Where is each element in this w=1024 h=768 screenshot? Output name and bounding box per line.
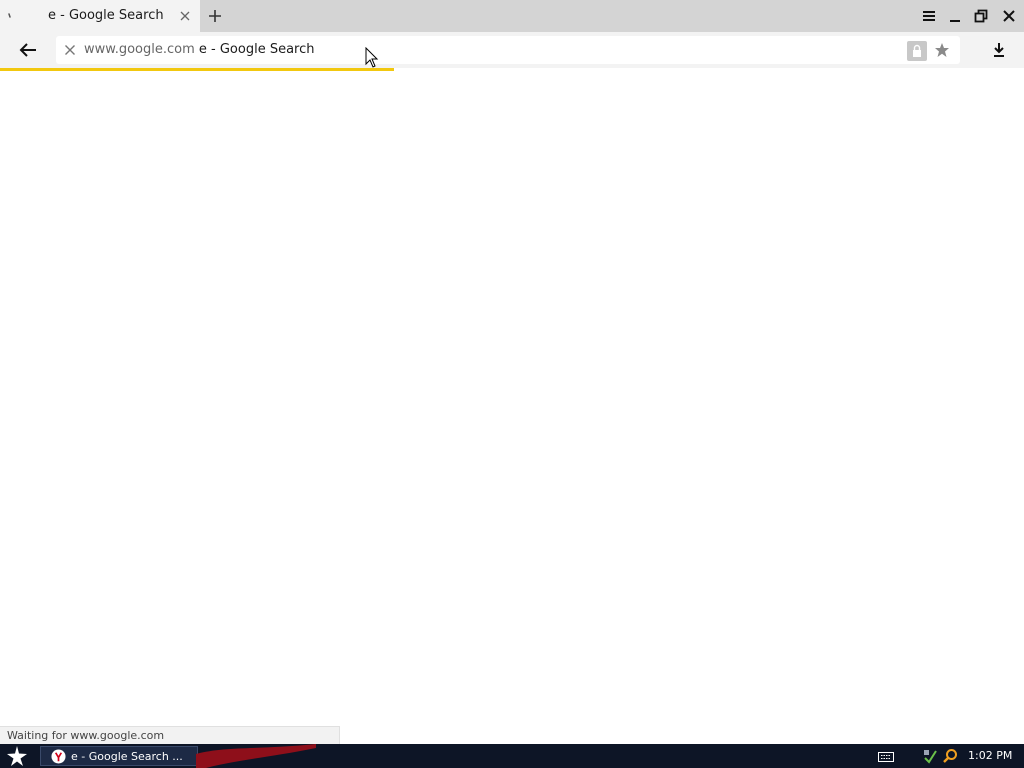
status-text: Waiting for www.google.com: [7, 729, 165, 742]
browser-tab[interactable]: e - Google Search: [0, 0, 200, 32]
download-icon[interactable]: [991, 41, 1007, 59]
back-arrow-icon[interactable]: [18, 41, 38, 59]
taskbar-window-button[interactable]: e - Google Search ...: [40, 746, 198, 766]
taskbar-window-label: e - Google Search ...: [71, 750, 183, 763]
close-window-icon[interactable]: [1001, 8, 1017, 24]
network-icon[interactable]: [922, 748, 938, 764]
keyboard-icon[interactable]: [878, 752, 894, 762]
status-bubble: Waiting for www.google.com: [0, 726, 340, 744]
stop-loading-icon[interactable]: [64, 44, 76, 56]
loading-spinner-icon: [8, 13, 11, 18]
taskbar-decoration: [196, 744, 316, 768]
start-star-icon[interactable]: [6, 745, 28, 767]
url-page-title: e - Google Search: [198, 42, 315, 57]
yandex-browser-icon: [51, 749, 66, 764]
taskbar-clock: 1:02 PM: [968, 749, 1013, 762]
mouse-cursor-icon: [365, 47, 379, 68]
page-content[interactable]: [0, 71, 1024, 744]
restore-icon[interactable]: [973, 8, 989, 24]
search-icon[interactable]: [942, 748, 958, 764]
hamburger-menu-icon[interactable]: [921, 8, 937, 24]
address-bar-text[interactable]: www.google.com e - Google Search: [84, 42, 315, 57]
taskbar: e - Google Search ... 1:02 PM: [0, 744, 1024, 768]
minimize-icon[interactable]: [947, 8, 963, 24]
lock-icon[interactable]: [907, 41, 927, 61]
new-tab-plus-icon[interactable]: [206, 7, 224, 25]
address-bar[interactable]: www.google.com e - Google Search: [56, 36, 960, 64]
bookmark-star-icon[interactable]: [934, 42, 950, 58]
tab-close-icon[interactable]: [178, 9, 192, 23]
tab-title: e - Google Search: [48, 8, 164, 23]
url-domain: www.google.com: [84, 42, 195, 57]
tab-strip: e - Google Search: [0, 0, 1024, 32]
browser-toolbar: www.google.com e - Google Search: [0, 32, 1024, 68]
